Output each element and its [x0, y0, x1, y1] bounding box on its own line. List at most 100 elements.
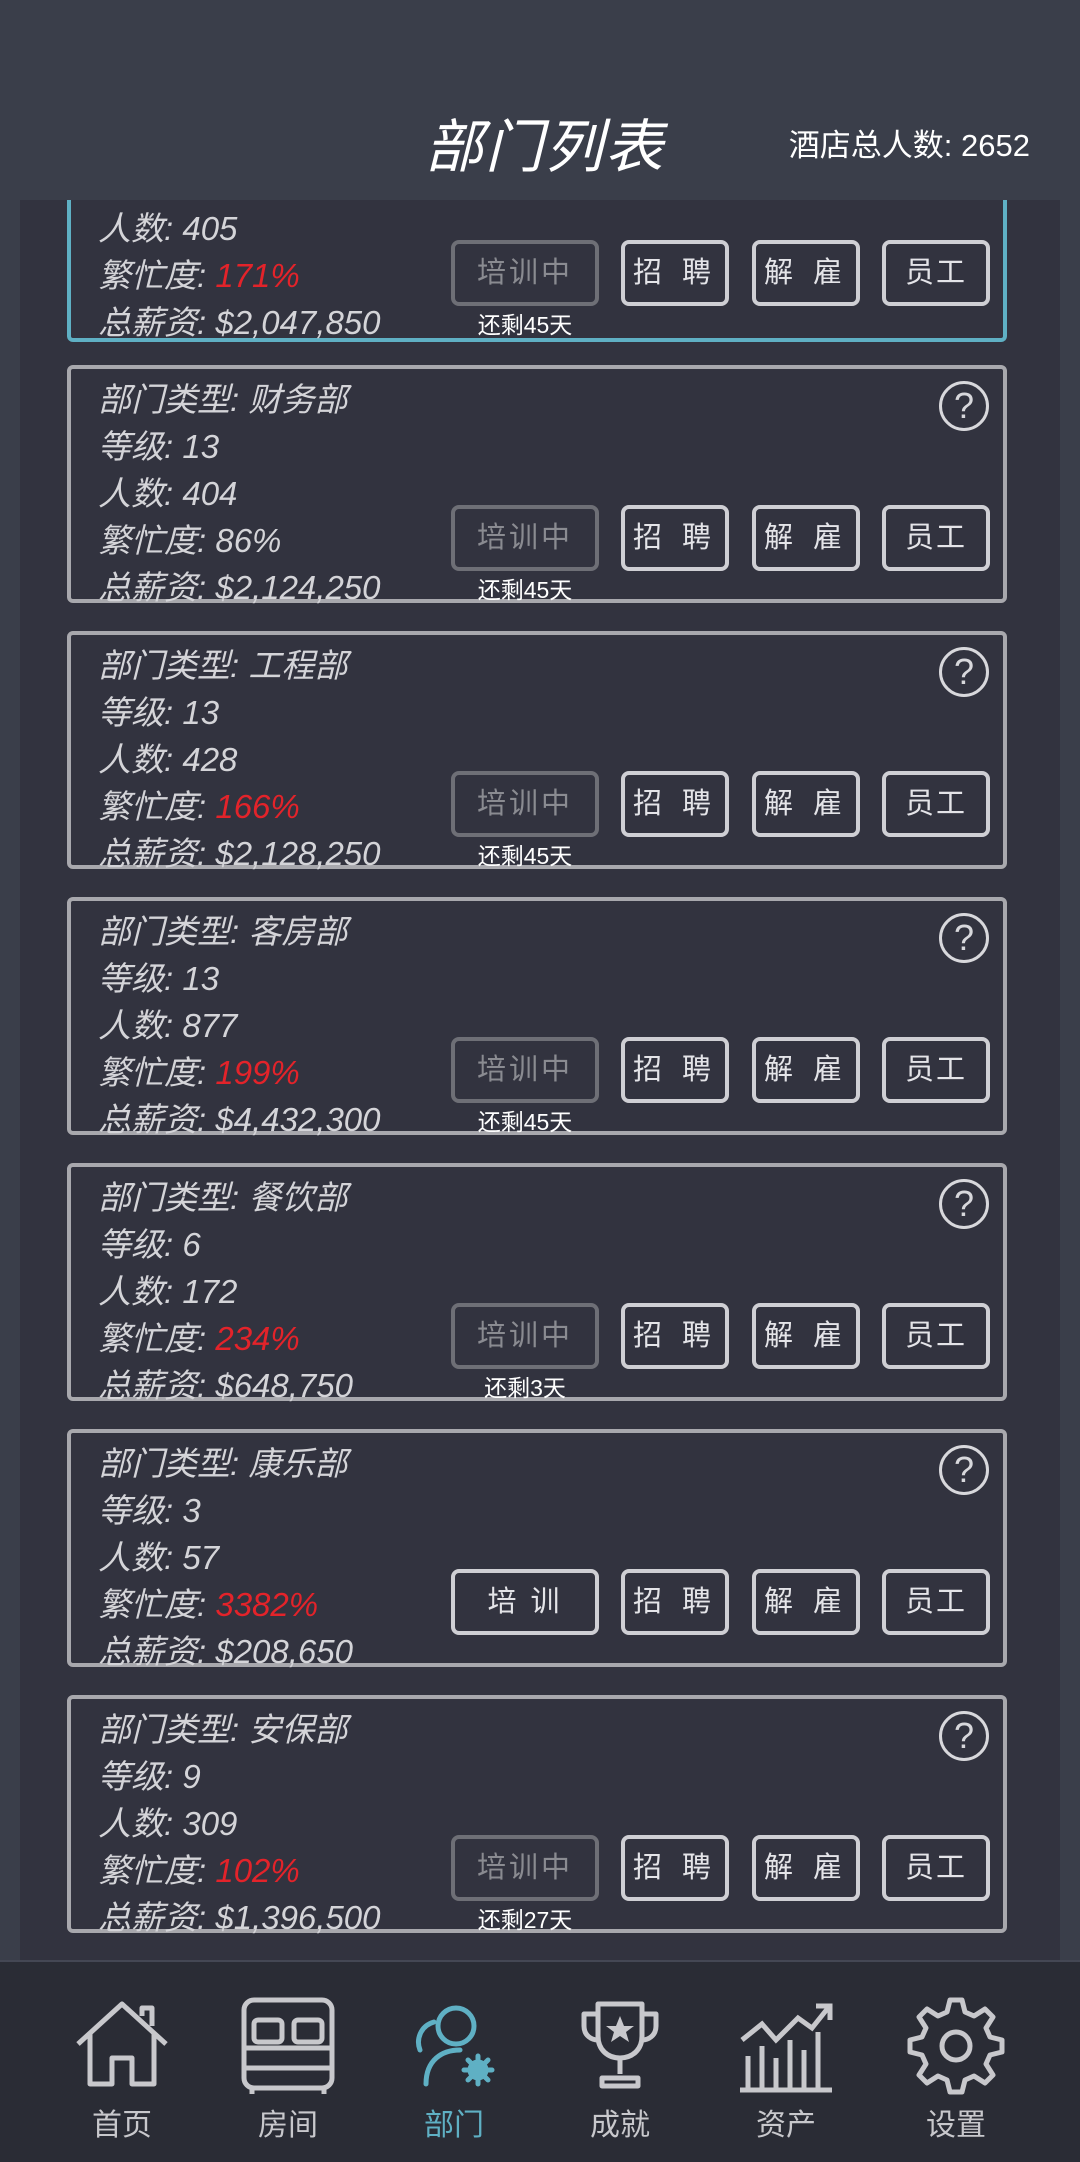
staff-count: 人数: 309	[98, 1805, 238, 1842]
train-button[interactable]: 培 训	[451, 1569, 599, 1635]
training-remaining: 还剩45天	[477, 312, 573, 338]
train-button[interactable]: 培训中	[451, 1037, 599, 1103]
fire-button[interactable]: 解 雇	[752, 1835, 860, 1901]
staff-count: 人数: 404	[98, 475, 238, 512]
staff-button[interactable]: 员工	[882, 771, 990, 837]
staff-button[interactable]: 员工	[882, 1303, 990, 1369]
fire-button[interactable]: 解 雇	[752, 505, 860, 571]
total-salary: 总薪资: $2,124,250	[98, 569, 381, 606]
total-salary: 总薪资: $2,128,250	[98, 835, 381, 872]
nav-home[interactable]: 首页	[42, 1962, 202, 2162]
busy-level: 繁忙度: 234%	[98, 1320, 300, 1357]
recruit-button[interactable]: 招 聘	[621, 1303, 729, 1369]
training-remaining: 还剩3天	[484, 1375, 566, 1401]
nav-department[interactable]: 部门	[374, 1962, 534, 2162]
home-icon	[76, 2001, 168, 2087]
help-icon[interactable]: ?	[939, 1179, 989, 1229]
nav-assets[interactable]: 资产	[706, 1962, 866, 2162]
department-card-food-beverage[interactable]: 部门类型: 餐饮部 等级: 6 人数: 172 繁忙度: 234% 总薪资: $…	[67, 1163, 1007, 1404]
department-level: 等级: 3	[98, 1492, 201, 1529]
staff-count: 人数: 405	[98, 210, 238, 247]
nav-achievements[interactable]: 成就	[540, 1962, 700, 2162]
fire-button[interactable]: 解 雇	[752, 1569, 860, 1635]
recruit-button[interactable]: 招 聘	[621, 771, 729, 837]
staff-button[interactable]: 员工	[882, 1569, 990, 1635]
hotel-total-staff: 酒店总人数: 2652	[788, 128, 1030, 163]
help-icon[interactable]: ?	[939, 381, 989, 431]
department-level: 等级: 9	[98, 1758, 201, 1795]
fire-button[interactable]: 解 雇	[752, 771, 860, 837]
trophy-icon	[581, 2001, 659, 2089]
department-icon	[416, 2005, 495, 2087]
department-list[interactable]: 人数: 405 繁忙度: 171% 总薪资: $2,047,850 培训中 招 …	[20, 200, 1060, 1960]
busy-level: 繁忙度: 86%	[98, 522, 282, 559]
total-salary: 总薪资: $4,432,300	[98, 1101, 381, 1138]
busy-level: 繁忙度: 166%	[98, 788, 300, 825]
train-button[interactable]: 培训中	[451, 1303, 599, 1369]
department-level: 等级: 6	[98, 1226, 201, 1263]
train-button[interactable]: 培训中	[451, 240, 599, 306]
department-card-recreation[interactable]: 部门类型: 康乐部 等级: 3 人数: 57 繁忙度: 3382% 总薪资: $…	[67, 1429, 1007, 1670]
staff-button[interactable]: 员工	[882, 505, 990, 571]
nav-label: 设置	[926, 2109, 986, 2142]
help-icon[interactable]: ?	[939, 1711, 989, 1761]
department-card-finance[interactable]: 部门类型: 财务部 等级: 13 人数: 404 繁忙度: 86% 总薪资: $…	[67, 365, 1007, 606]
busy-level: 繁忙度: 199%	[98, 1054, 300, 1091]
nav-rooms[interactable]: 房间	[208, 1962, 368, 2162]
staff-count: 人数: 877	[98, 1007, 238, 1044]
bed-icon	[241, 1997, 335, 2094]
department-type: 部门类型: 财务部	[98, 381, 348, 418]
staff-count: 人数: 428	[98, 741, 238, 778]
department-card-selected[interactable]: 人数: 405 繁忙度: 171% 总薪资: $2,047,850 培训中 招 …	[67, 200, 1007, 342]
recruit-button[interactable]: 招 聘	[621, 1569, 729, 1635]
department-type: 部门类型: 康乐部	[98, 1445, 348, 1482]
fire-button[interactable]: 解 雇	[752, 1303, 860, 1369]
busy-level: 繁忙度: 3382%	[98, 1586, 319, 1623]
staff-button[interactable]: 员工	[882, 1037, 990, 1103]
staff-button[interactable]: 员工	[882, 1835, 990, 1901]
train-button[interactable]: 培训中	[451, 505, 599, 571]
department-card-engineering[interactable]: 部门类型: 工程部 等级: 13 人数: 428 繁忙度: 166% 总薪资: …	[67, 631, 1007, 872]
department-type: 部门类型: 安保部	[98, 1711, 348, 1748]
chart-icon	[740, 2003, 833, 2093]
training-remaining: 还剩45天	[477, 843, 573, 869]
fire-button[interactable]: 解 雇	[752, 1037, 860, 1103]
train-button[interactable]: 培训中	[451, 771, 599, 837]
department-type: 部门类型: 工程部	[98, 647, 348, 684]
recruit-button[interactable]: 招 聘	[621, 240, 729, 306]
help-icon[interactable]: ?	[939, 913, 989, 963]
bottom-nav: 首页 房间 部门 成就 资产 设置	[0, 1960, 1080, 2162]
staff-button[interactable]: 员工	[882, 240, 990, 306]
gear-icon	[907, 1997, 1005, 2095]
nav-label: 资产	[756, 2109, 816, 2142]
staff-count: 人数: 57	[98, 1539, 220, 1576]
nav-label: 成就	[590, 2109, 650, 2142]
nav-label: 部门	[424, 2109, 484, 2142]
busy-level: 繁忙度: 171%	[98, 257, 300, 294]
department-card-security[interactable]: 部门类型: 安保部 等级: 9 人数: 309 繁忙度: 102% 总薪资: $…	[67, 1695, 1007, 1936]
department-level: 等级: 13	[98, 694, 220, 731]
recruit-button[interactable]: 招 聘	[621, 1835, 729, 1901]
fire-button[interactable]: 解 雇	[752, 240, 860, 306]
nav-label: 房间	[258, 2109, 318, 2142]
nav-settings[interactable]: 设置	[876, 1962, 1036, 2162]
busy-level: 繁忙度: 102%	[98, 1852, 300, 1889]
department-level: 等级: 13	[98, 960, 220, 997]
page-title: 部门列表	[425, 115, 666, 180]
department-card-housekeeping[interactable]: 部门类型: 客房部 等级: 13 人数: 877 繁忙度: 199% 总薪资: …	[67, 897, 1007, 1138]
training-remaining: 还剩27天	[477, 1907, 573, 1933]
nav-label: 首页	[92, 2109, 152, 2142]
training-remaining: 还剩45天	[477, 1109, 573, 1135]
staff-count: 人数: 172	[98, 1273, 238, 1310]
help-icon[interactable]: ?	[939, 647, 989, 697]
recruit-button[interactable]: 招 聘	[621, 1037, 729, 1103]
help-icon[interactable]: ?	[939, 1445, 989, 1495]
training-remaining: 还剩45天	[477, 577, 573, 603]
train-button[interactable]: 培训中	[451, 1835, 599, 1901]
total-salary: 总薪资: $208,650	[98, 1633, 353, 1670]
recruit-button[interactable]: 招 聘	[621, 505, 729, 571]
total-salary: 总薪资: $1,396,500	[98, 1899, 381, 1936]
total-salary: 总薪资: $648,750	[98, 1367, 353, 1404]
header: 部门列表 酒店总人数: 2652	[0, 0, 1080, 200]
department-level: 等级: 13	[98, 428, 220, 465]
